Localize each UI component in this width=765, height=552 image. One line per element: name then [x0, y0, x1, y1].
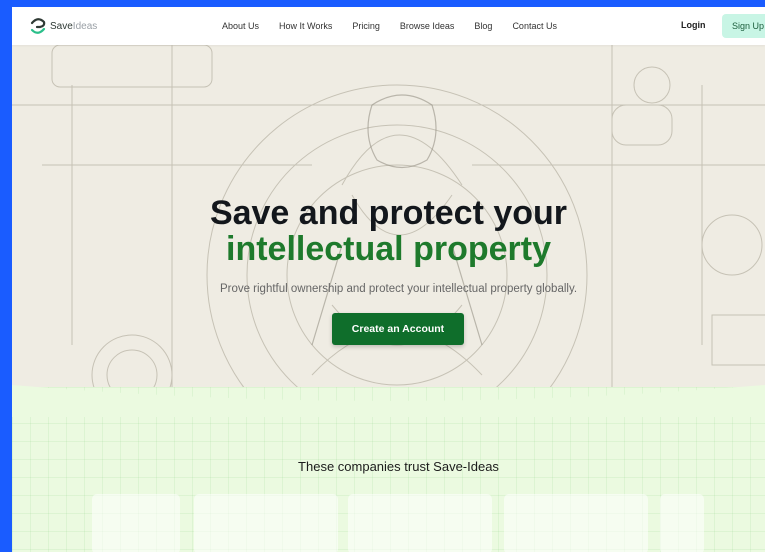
- nav-link-pricing[interactable]: Pricing: [352, 21, 380, 31]
- trust-title: These companies trust Save-Ideas: [298, 459, 499, 474]
- login-link[interactable]: Login: [681, 20, 706, 30]
- nav-link-how-it-works[interactable]: How It Works: [279, 21, 332, 31]
- brand-name-light: Ideas: [72, 20, 98, 32]
- brand-name: SaveIdeas: [50, 21, 97, 32]
- company-logo-card: [348, 494, 492, 552]
- create-account-button[interactable]: Create an Account: [332, 313, 464, 345]
- hero-subtitle: Prove rightful ownership and protect you…: [219, 283, 578, 295]
- nav-link-about-us[interactable]: About Us: [222, 21, 259, 31]
- hero-headline-line2: intellectual property: [226, 230, 551, 268]
- hero-headline-line1: Save and protect your: [209, 194, 568, 232]
- nav-links: About Us How It Works Pricing Browse Ide…: [222, 7, 577, 45]
- hero-headline: Save and protect your intellectual prope…: [12, 195, 765, 267]
- brand-logo[interactable]: SaveIdeas: [28, 16, 97, 36]
- nav-link-contact-us[interactable]: Contact Us: [512, 21, 557, 31]
- company-logo-card: [194, 494, 338, 552]
- brand-logo-icon: [30, 18, 46, 34]
- nav-link-browse-ideas[interactable]: Browse Ideas: [400, 21, 455, 31]
- browser-viewport: Save and protect your intellectual prope…: [12, 7, 765, 552]
- top-navbar: SaveIdeas About Us How It Works Pricing …: [12, 7, 765, 45]
- company-logo-card: [660, 494, 704, 552]
- signup-button[interactable]: Sign Up: [722, 14, 765, 38]
- section-curve-divider: [12, 385, 765, 417]
- brand-name-bold: Save: [50, 20, 73, 32]
- hero-section: Save and protect your intellectual prope…: [12, 45, 765, 415]
- company-logo-card: [92, 494, 180, 552]
- nav-link-blog[interactable]: Blog: [474, 21, 492, 31]
- company-logo-card: [504, 494, 648, 552]
